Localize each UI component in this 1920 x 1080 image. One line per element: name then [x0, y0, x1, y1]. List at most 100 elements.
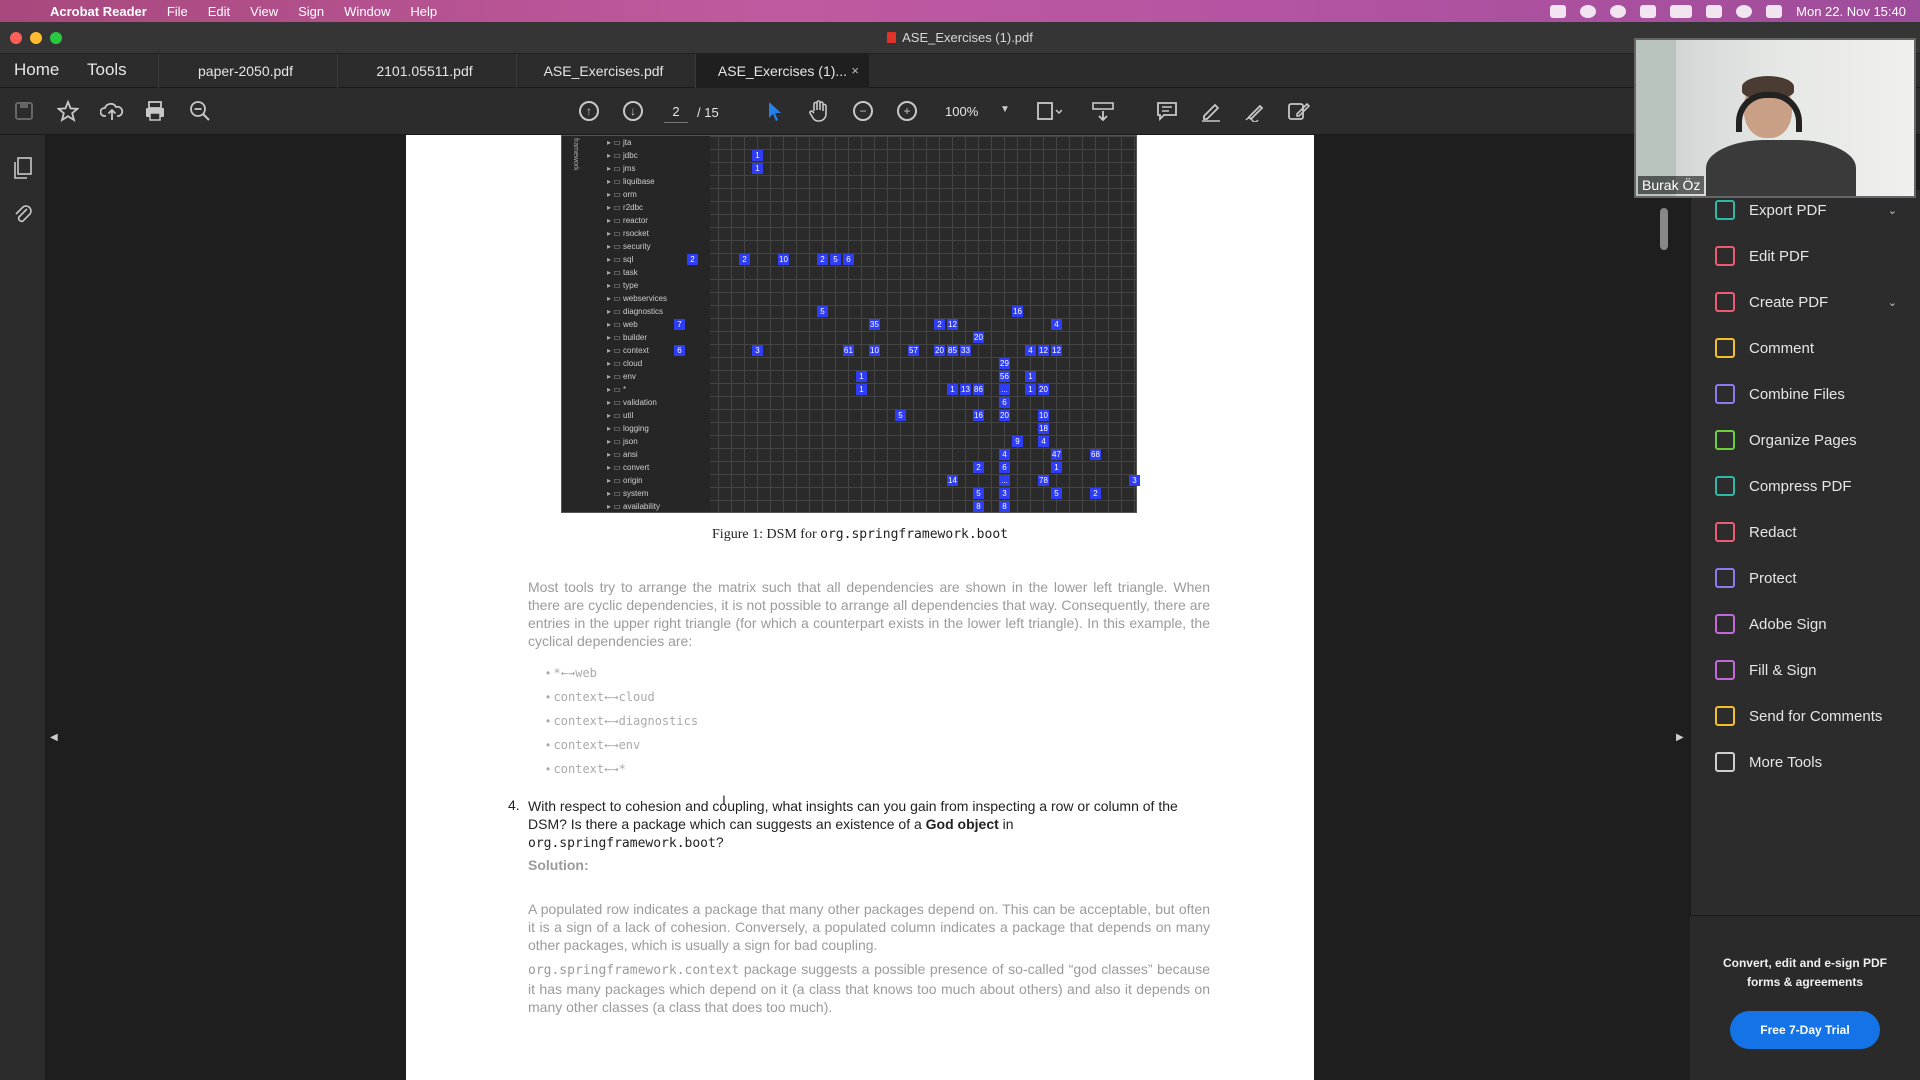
- tool-fill-sign[interactable]: Fill & Sign: [1715, 658, 1915, 682]
- next-page-icon[interactable]: ↓: [620, 98, 646, 124]
- keyboard-input-icon[interactable]: [1640, 4, 1657, 18]
- moon-icon[interactable]: [1610, 4, 1627, 18]
- creative-cloud-icon[interactable]: [1550, 4, 1567, 18]
- edit-pdf-icon[interactable]: [1286, 98, 1312, 124]
- dsm-cell: 4: [1051, 319, 1062, 330]
- menu-file[interactable]: File: [167, 4, 188, 19]
- zoom-level-select[interactable]: 100%: [945, 104, 978, 119]
- tool-comment[interactable]: Comment: [1715, 336, 1915, 360]
- page-number-input[interactable]: 2: [664, 101, 688, 123]
- hand-tool-icon[interactable]: [806, 98, 832, 124]
- free-trial-button[interactable]: Free 7-Day Trial: [1730, 1011, 1880, 1049]
- tool-adobe-sign[interactable]: Adobe Sign: [1715, 612, 1915, 636]
- battery-icon[interactable]: [1670, 4, 1693, 18]
- tool-send-for-comments[interactable]: Send for Comments: [1715, 704, 1915, 728]
- comment-icon: [1715, 338, 1735, 358]
- menu-view[interactable]: View: [250, 4, 278, 19]
- tab-ase-exercises[interactable]: ASE_Exercises.pdf: [516, 54, 690, 88]
- dsm-row-label: r2dbc: [607, 203, 643, 212]
- tool-label: More Tools: [1749, 753, 1823, 771]
- tool-combine-files[interactable]: Combine Files: [1715, 382, 1915, 406]
- clock-text[interactable]: Mon 22. Nov 15:40: [1796, 4, 1906, 19]
- menu-help[interactable]: Help: [410, 4, 437, 19]
- dsm-cell: 20: [1038, 384, 1049, 395]
- dsm-cell: 5: [973, 488, 984, 499]
- tab-paper-2050[interactable]: paper-2050.pdf: [158, 54, 332, 88]
- dsm-cell: ...: [999, 384, 1010, 395]
- tool-label: Organize Pages: [1749, 431, 1857, 449]
- tool-create-pdf[interactable]: Create PDF ⌄: [1715, 290, 1915, 314]
- bookmark-star-icon[interactable]: [55, 98, 81, 124]
- edit-pdf-icon: [1715, 246, 1735, 266]
- chevron-down-icon[interactable]: ⌄: [1888, 296, 1897, 309]
- comment-icon[interactable]: [1154, 98, 1180, 124]
- dsm-cell: 10: [1038, 410, 1049, 421]
- attachment-paperclip-icon[interactable]: [12, 203, 34, 225]
- dsm-cell: 3: [999, 488, 1010, 499]
- solution-paragraph-2: org.springframework.context package sugg…: [528, 960, 1210, 1016]
- zoom-out-icon[interactable]: −: [850, 98, 876, 124]
- menu-window[interactable]: Window: [344, 4, 390, 19]
- control-center-icon[interactable]: [1766, 4, 1783, 18]
- upload-cloud-icon[interactable]: [99, 98, 125, 124]
- dsm-row-label: cloud: [607, 359, 642, 368]
- tab-ase-exercises-1[interactable]: ASE_Exercises (1)... ×: [695, 54, 869, 88]
- previous-page-icon[interactable]: ↑: [576, 98, 602, 124]
- video-call-overlay[interactable]: Burak Öz: [1634, 38, 1916, 198]
- dsm-cell: 18: [1038, 423, 1049, 434]
- dsm-cell: 29: [999, 358, 1010, 369]
- chevron-down-icon[interactable]: ▼: [1000, 104, 1010, 115]
- highlight-pen-icon[interactable]: [1198, 98, 1224, 124]
- scroll-mode-icon[interactable]: [1090, 98, 1116, 124]
- page-fit-icon[interactable]: [1036, 98, 1062, 124]
- dsm-cell: 5: [1051, 488, 1062, 499]
- save-icon[interactable]: [11, 98, 37, 124]
- home-link[interactable]: Home: [14, 60, 59, 80]
- menu-edit[interactable]: Edit: [208, 4, 230, 19]
- dsm-row-label: liquibase: [607, 177, 655, 186]
- dsm-cell: 6: [999, 462, 1010, 473]
- tool-redact[interactable]: Redact: [1715, 520, 1915, 544]
- tab-label: ASE_Exercises (1)...: [717, 63, 848, 79]
- draw-sign-icon[interactable]: [1242, 98, 1268, 124]
- tool-compress-pdf[interactable]: Compress PDF: [1715, 474, 1915, 498]
- print-icon[interactable]: [142, 98, 168, 124]
- zoom-search-icon[interactable]: [187, 98, 213, 124]
- collapse-left-panel-icon[interactable]: ◀: [50, 732, 58, 743]
- bullet-item: context←→diagnostics: [546, 714, 699, 728]
- zoom-in-icon[interactable]: +: [894, 98, 920, 124]
- select-cursor-icon[interactable]: [762, 98, 788, 124]
- wifi-icon[interactable]: [1706, 4, 1723, 18]
- dsm-cell: 20: [999, 410, 1010, 421]
- vertical-scrollbar[interactable]: [1660, 208, 1668, 250]
- pages-thumbnails-icon[interactable]: [12, 157, 34, 179]
- dsm-row-label: jms: [607, 164, 635, 173]
- dsm-row-label: rsocket: [607, 229, 649, 238]
- dsm-cell: 2: [973, 462, 984, 473]
- pdf-file-icon: [887, 32, 897, 43]
- tool-organize-pages[interactable]: Organize Pages: [1715, 428, 1915, 452]
- collapse-right-panel-icon[interactable]: ▶: [1676, 732, 1684, 743]
- tool-edit-pdf[interactable]: Edit PDF: [1715, 244, 1915, 268]
- search-icon[interactable]: [1736, 4, 1753, 18]
- menu-sign[interactable]: Sign: [298, 4, 324, 19]
- dsm-matrix-figure: framework jta jdbc jms liquibase orm r2dbc rea…: [561, 135, 1140, 513]
- close-tab-icon[interactable]: ×: [851, 54, 859, 88]
- dsm-cell: 8: [973, 501, 984, 512]
- question-code: org.springframework.boot: [528, 836, 716, 851]
- dsm-cell: 61: [843, 345, 854, 356]
- play-icon[interactable]: [1580, 4, 1597, 18]
- dsm-row-label: sql: [607, 255, 633, 264]
- tools-link[interactable]: Tools: [87, 60, 127, 80]
- question-4-text: With respect to cohesion and coupling, w…: [528, 797, 1210, 853]
- chevron-down-icon[interactable]: ⌄: [1888, 204, 1897, 217]
- dsm-cell: 5: [830, 254, 841, 265]
- tab-2101-05511[interactable]: 2101.05511.pdf: [337, 54, 511, 88]
- tool-more-tools[interactable]: More Tools: [1715, 750, 1915, 774]
- bullet-item: context←→env: [546, 738, 641, 752]
- paragraph-cyclic-deps: Most tools try to arrange the matrix suc…: [528, 579, 1210, 649]
- tool-export-pdf[interactable]: Export PDF ⌄: [1715, 198, 1915, 222]
- dsm-cell: 6: [674, 345, 685, 356]
- menu-app-name[interactable]: Acrobat Reader: [50, 4, 147, 19]
- tool-protect[interactable]: Protect: [1715, 566, 1915, 590]
